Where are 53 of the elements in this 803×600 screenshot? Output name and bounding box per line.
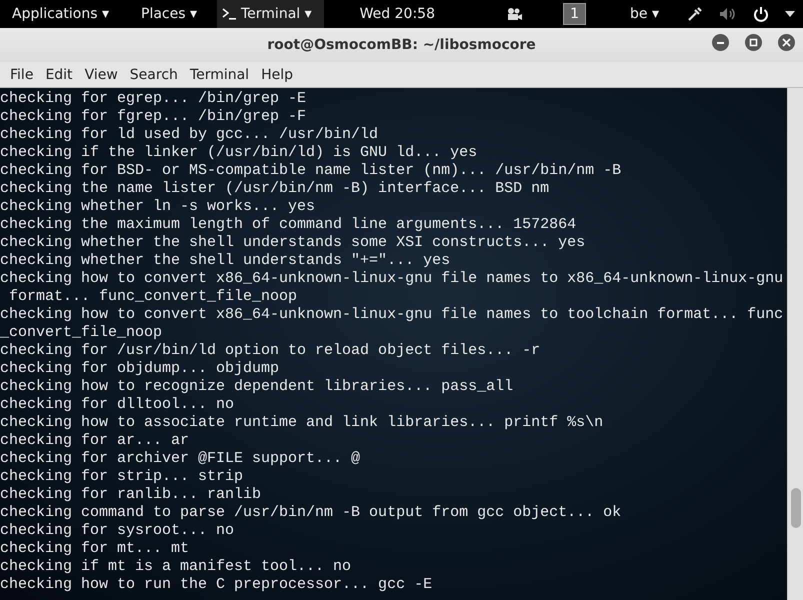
places-menu[interactable]: Places ▾ [129,0,209,28]
terminal-line: checking for archiver @FILE support... @ [0,450,360,468]
close-icon [782,38,791,47]
clock[interactable]: Wed 20:58 [348,0,447,28]
menu-item[interactable]: Terminal [184,62,256,88]
menu-item[interactable]: View [78,62,124,88]
terminal-line: checking how to recognize dependent libraries... pass_all [0,378,514,396]
terminal-line: checking how to convert x86_64-unknown-linux-gnu file names to x86_64-unknown-linux-gnu [0,270,784,288]
terminal-line: checking for strip... strip [0,468,244,486]
terminal-line: checking if mt is a manifest tool... no [0,558,352,576]
terminal-line: checking the maximum length of command line arguments... 1572864 [0,216,576,234]
terminal-line: checking for objdump... objdump [0,360,280,378]
camera-icon[interactable] [505,7,524,21]
terminal-line: checking for sysroot... no [0,522,234,540]
terminal-line: checking for mt... mt [0,540,190,558]
scrollbar-thumb[interactable] [791,488,801,528]
terminal-line: _convert_file_noop [0,324,162,342]
menu-item[interactable]: File [4,62,40,88]
terminal-line: checking for egrep... /bin/grep -E [0,90,306,108]
window-title: root@OsmocomBB: ~/libosmocore [267,36,536,54]
terminal-line: checking whether the shell understands some XSI constructs... yes [0,234,586,252]
terminal-icon [221,6,237,22]
terminal-line: checking if the linker (/usr/bin/ld) is GNU ld... yes [0,144,478,162]
power-icon[interactable] [753,6,769,22]
maximize-button[interactable] [745,34,762,51]
network-icon[interactable] [687,6,703,22]
caret-icon[interactable] [785,11,795,17]
menu-item[interactable]: Help [255,62,299,88]
workspace-indicator[interactable]: 1 [563,3,586,25]
terminal-line: checking for ar... ar [0,432,190,450]
terminal-line: checking for dlltool... no [0,396,234,414]
terminal-line: checking whether ln -s works... yes [0,198,316,216]
terminal-line: checking how to convert x86_64-unknown-linux-gnu file names to toolchain format... func [0,306,784,324]
terminal-line: checking for BSD- or MS-compatible name lister (nm)... /usr/bin/nm -B [0,162,622,180]
menu-item[interactable]: Search [124,62,184,88]
keyboard-layout-menu[interactable]: be ▾ [618,0,671,28]
terminal-line: checking how to associate runtime and link libraries... printf %s\n [0,414,604,432]
terminal-line: checking for fgrep... /bin/grep -F [0,108,306,126]
terminal-line: checking for /usr/bin/ld option to reload object files... -r [0,342,540,360]
terminal-line: checking how to run the C preprocessor... gcc -E [0,576,432,594]
menu-item[interactable]: Edit [39,62,79,88]
terminal-line: checking whether the shell understands "+="... yes [0,252,450,270]
volume-icon[interactable] [719,6,737,22]
terminal-line: format... func_convert_file_noop [8,288,298,306]
terminal-line: checking command to parse /usr/bin/nm -B output from gcc object... ok [0,504,622,522]
applications-menu[interactable]: Applications ▾ [0,0,121,28]
minimize-button[interactable] [712,34,729,51]
terminal-line: checking the name lister (/usr/bin/nm -B) interface... BSD nm [0,180,550,198]
terminal-line: checking for ld used by gcc... /usr/bin/ld [0,126,378,144]
terminal-line: checking for ranlib... ranlib [0,486,262,504]
close-button[interactable] [778,34,795,51]
maximize-icon [749,38,758,47]
scrollbar[interactable] [787,88,803,600]
